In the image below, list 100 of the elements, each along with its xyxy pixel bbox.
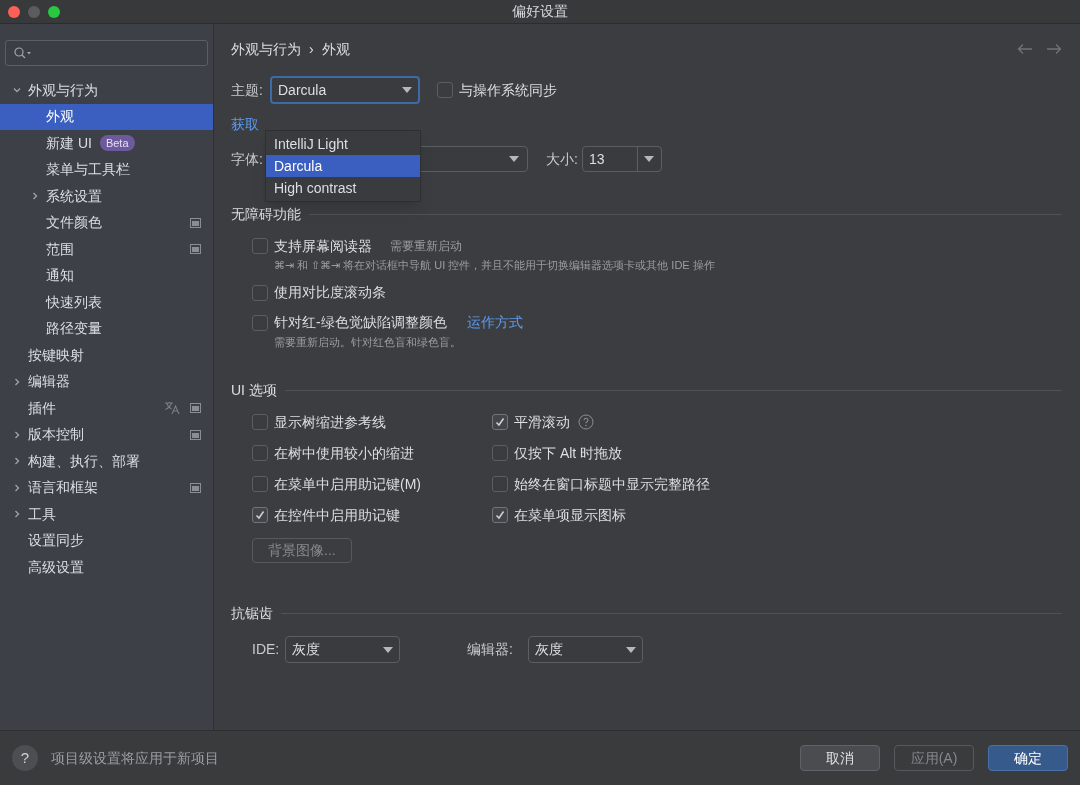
tree-item[interactable]: 路径变量 (0, 315, 213, 342)
tree-item[interactable]: 范围 (0, 236, 213, 263)
checkbox[interactable] (252, 238, 268, 254)
window-icon (190, 482, 201, 493)
tree-item-label: 版本控制 (28, 425, 84, 445)
checkbox[interactable] (492, 445, 508, 461)
tree-item[interactable]: 新建 UI Beta (0, 130, 213, 157)
tree-item-label: 系统设置 (46, 186, 102, 206)
chevron-right-icon[interactable] (12, 376, 22, 387)
dialog-button[interactable]: 确定 (988, 745, 1068, 771)
check-icon (254, 509, 266, 521)
search-icon (14, 47, 32, 59)
checkbox[interactable] (492, 414, 508, 430)
checkbox-label: 在树中使用较小的缩进 (274, 443, 414, 463)
checkbox[interactable] (437, 82, 453, 98)
tree-item[interactable]: 设置同步 (0, 527, 213, 554)
tree-item-label: 高级设置 (28, 557, 84, 577)
tree-item-label: 语言和框架 (28, 478, 98, 498)
section-title: 抗锯齿 (231, 604, 273, 623)
tree-item[interactable]: 编辑器 (0, 368, 213, 395)
tree-item[interactable]: 插件 (0, 395, 213, 422)
tree-item[interactable]: 版本控制 (0, 421, 213, 448)
tree-item[interactable]: 外观与行为 (0, 77, 213, 104)
tree-item[interactable]: 语言和框架 (0, 474, 213, 501)
translate-icon (164, 401, 180, 416)
chevron-right-icon[interactable] (12, 456, 22, 467)
checkbox-label: 始终在窗口标题中显示完整路径 (514, 474, 710, 494)
tree-item[interactable]: 文件颜色 (0, 209, 213, 236)
link[interactable]: 获取 (231, 116, 259, 132)
checkbox[interactable] (252, 314, 268, 331)
tree-item-label: 菜单与工具栏 (46, 160, 130, 180)
tree-item-label: 工具 (28, 504, 56, 524)
check-icon (494, 509, 506, 521)
window-icon (190, 403, 201, 414)
maximize-icon[interactable] (48, 6, 60, 18)
window-icon (190, 217, 201, 228)
ide-label: IDE: (252, 640, 281, 659)
checkbox[interactable] (252, 414, 268, 430)
checkbox[interactable] (252, 476, 268, 492)
checkbox[interactable] (492, 507, 508, 523)
hint-text: 需要重新启动。针对红色盲和绿色盲。 (274, 334, 462, 350)
checkbox[interactable] (492, 476, 508, 492)
tree-item[interactable]: 工具 (0, 501, 213, 528)
tree-item[interactable]: 高级设置 (0, 554, 213, 581)
tree-item[interactable]: 通知 (0, 262, 213, 289)
tree-item-label: 插件 (28, 398, 56, 418)
forward-arrow-icon[interactable] (1046, 43, 1062, 55)
theme-label: 主题: (231, 80, 264, 100)
tree-item[interactable]: 按键映射 (0, 342, 213, 369)
editor-label: 编辑器: (467, 640, 514, 659)
size-label: 大小: (546, 149, 578, 169)
check-icon (494, 416, 506, 428)
dropdown-option[interactable]: IntelliJ Light (266, 133, 420, 155)
tree-item[interactable]: 构建、执行、部署 (0, 448, 213, 475)
tree-item-label: 构建、执行、部署 (28, 451, 140, 471)
breadcrumb-separator: › (309, 39, 314, 59)
hint-text: ⌘⇥ 和 ⇧⌘⇥ 将在对话框中导航 UI 控件，并且不能用于切换编辑器选项卡或其他 IDE 操作 (274, 258, 716, 273)
dialog-button[interactable]: 取消 (800, 745, 880, 771)
checkbox-label: 在菜单项显示图标 (514, 505, 626, 525)
checkbox-label: 在菜单中启用助记键(M) (274, 474, 421, 494)
checkbox-label: 在控件中启用助记键 (274, 505, 400, 525)
tree-item-label: 设置同步 (28, 531, 84, 551)
tree-item[interactable]: 快速列表 (0, 289, 213, 316)
tree-item[interactable]: 系统设置 (0, 183, 213, 210)
dropdown-option[interactable]: High contrast (266, 177, 420, 199)
size-combo[interactable]: 13 (581, 146, 662, 172)
checkbox-label: 与操作系统同步 (459, 80, 557, 100)
font-label: 字体: (231, 149, 264, 169)
chevron-right-icon[interactable] (30, 191, 40, 202)
editor-dropdown[interactable]: 灰度 (528, 636, 643, 663)
checkbox[interactable] (252, 284, 268, 301)
caret-icon (626, 646, 636, 653)
tree-item-label: 快速列表 (46, 292, 102, 312)
caret-icon (402, 87, 412, 93)
chevron-right-icon[interactable] (12, 482, 22, 493)
theme-dropdown[interactable]: Darcula (270, 76, 420, 104)
checkbox-label: 显示树缩进参考线 (274, 412, 386, 432)
checkbox[interactable] (252, 445, 268, 461)
window-icon (190, 244, 201, 255)
tree-item-label: 新建 UI (46, 133, 92, 153)
checkbox-label: 仅按下 Alt 时拖放 (514, 443, 623, 463)
dropdown-option[interactable]: Darcula (266, 155, 420, 177)
chevron-right-icon[interactable] (12, 509, 22, 520)
link[interactable]: 运作方式 (466, 312, 523, 333)
chevron-right-icon[interactable] (12, 429, 22, 440)
tree-item[interactable]: 外观 (0, 103, 213, 130)
ide-dropdown[interactable]: 灰度 (285, 636, 400, 663)
beta-badge: Beta (99, 135, 135, 152)
tree-item[interactable]: 菜单与工具栏 (0, 156, 213, 183)
help-button[interactable]: ? (12, 745, 38, 771)
back-arrow-icon[interactable] (1017, 43, 1033, 55)
help-icon[interactable] (578, 414, 594, 430)
tree-item-label: 通知 (46, 266, 74, 286)
checkbox[interactable] (252, 507, 268, 523)
search-field[interactable] (5, 40, 208, 66)
section-title: UI 选项 (231, 381, 277, 400)
minimize-icon[interactable] (28, 6, 40, 18)
checkbox-label: 针对红-绿色觉缺陷调整颜色 (274, 313, 447, 332)
close-icon[interactable] (8, 6, 20, 18)
caret-icon (383, 646, 393, 653)
